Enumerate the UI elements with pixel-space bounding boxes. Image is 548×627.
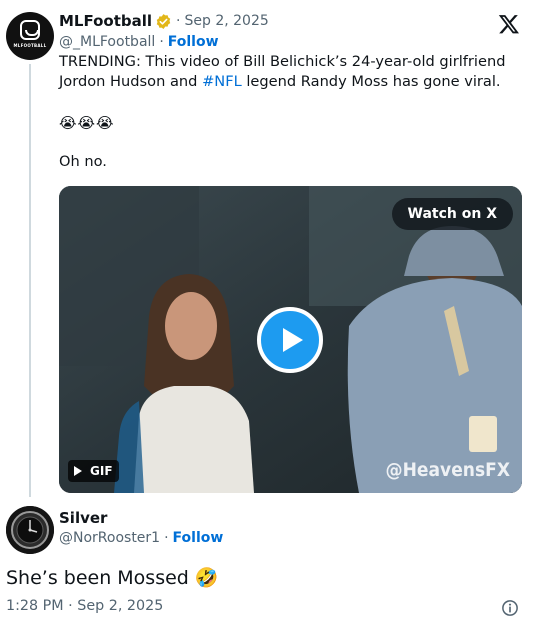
gif-play-icon	[74, 466, 82, 476]
reply-handle-row: @NorRooster1 · Follow	[59, 530, 223, 546]
handle-row: @_MLFootball · Follow	[59, 33, 219, 51]
avatar-logo-text: MLFOOTBALL	[13, 43, 47, 48]
watch-on-x-button[interactable]: Watch on X	[391, 198, 513, 230]
verified-badge-icon	[156, 13, 171, 29]
quoted-tweet: MLFOOTBALL MLFootball · Sep 2, 2025 @_ML…	[0, 0, 541, 497]
info-icon[interactable]	[501, 599, 519, 617]
reply-emoji: 🤣	[194, 567, 219, 589]
mlfootball-avatar[interactable]: MLFOOTBALL	[6, 12, 54, 60]
tweet-text-line2: Oh no.	[59, 153, 107, 170]
reply-handle-separator: ·	[164, 530, 169, 546]
logo-face-icon	[20, 20, 40, 40]
gif-label: GIF	[90, 464, 113, 478]
author-handle[interactable]: @_MLFootball	[59, 34, 155, 50]
tweet-text: TRENDING: This video of Bill Belichick’s…	[59, 52, 529, 92]
hashtag-link[interactable]: #NFL	[202, 73, 242, 90]
tweet-date[interactable]: Sep 2, 2025	[185, 13, 269, 29]
reply-author-handle[interactable]: @NorRooster1	[59, 530, 160, 546]
reply-author-name[interactable]: Silver	[59, 509, 107, 527]
thread-line	[29, 64, 31, 497]
video-watermark: @HeavensFX	[385, 459, 510, 481]
tweet-text-part2: legend Randy Moss has gone viral.	[241, 73, 501, 90]
reply-timestamp[interactable]: 1:28 PM · Sep 2, 2025	[6, 598, 163, 614]
reply-text-content: She’s been Mossed	[6, 566, 189, 589]
gif-badge: GIF	[68, 460, 119, 482]
video-player[interactable]: Watch on X GIF @HeavensFX	[59, 186, 522, 493]
author-name[interactable]: MLFootball	[59, 12, 152, 30]
reply-follow-button[interactable]: Follow	[173, 530, 224, 546]
watch-avatar-icon	[6, 506, 54, 554]
tweet-emojis: 😭😭😭	[59, 114, 115, 132]
play-icon	[283, 328, 303, 352]
follow-button[interactable]: Follow	[168, 34, 219, 50]
quoted-tweet-header: MLFootball · Sep 2, 2025	[59, 11, 269, 31]
silver-avatar[interactable]	[6, 506, 54, 554]
header-separator: ·	[176, 13, 181, 29]
reply-text: She’s been Mossed 🤣	[6, 566, 219, 590]
handle-separator: ·	[159, 34, 164, 50]
play-button[interactable]	[257, 307, 323, 373]
x-logo-icon[interactable]	[498, 13, 520, 35]
